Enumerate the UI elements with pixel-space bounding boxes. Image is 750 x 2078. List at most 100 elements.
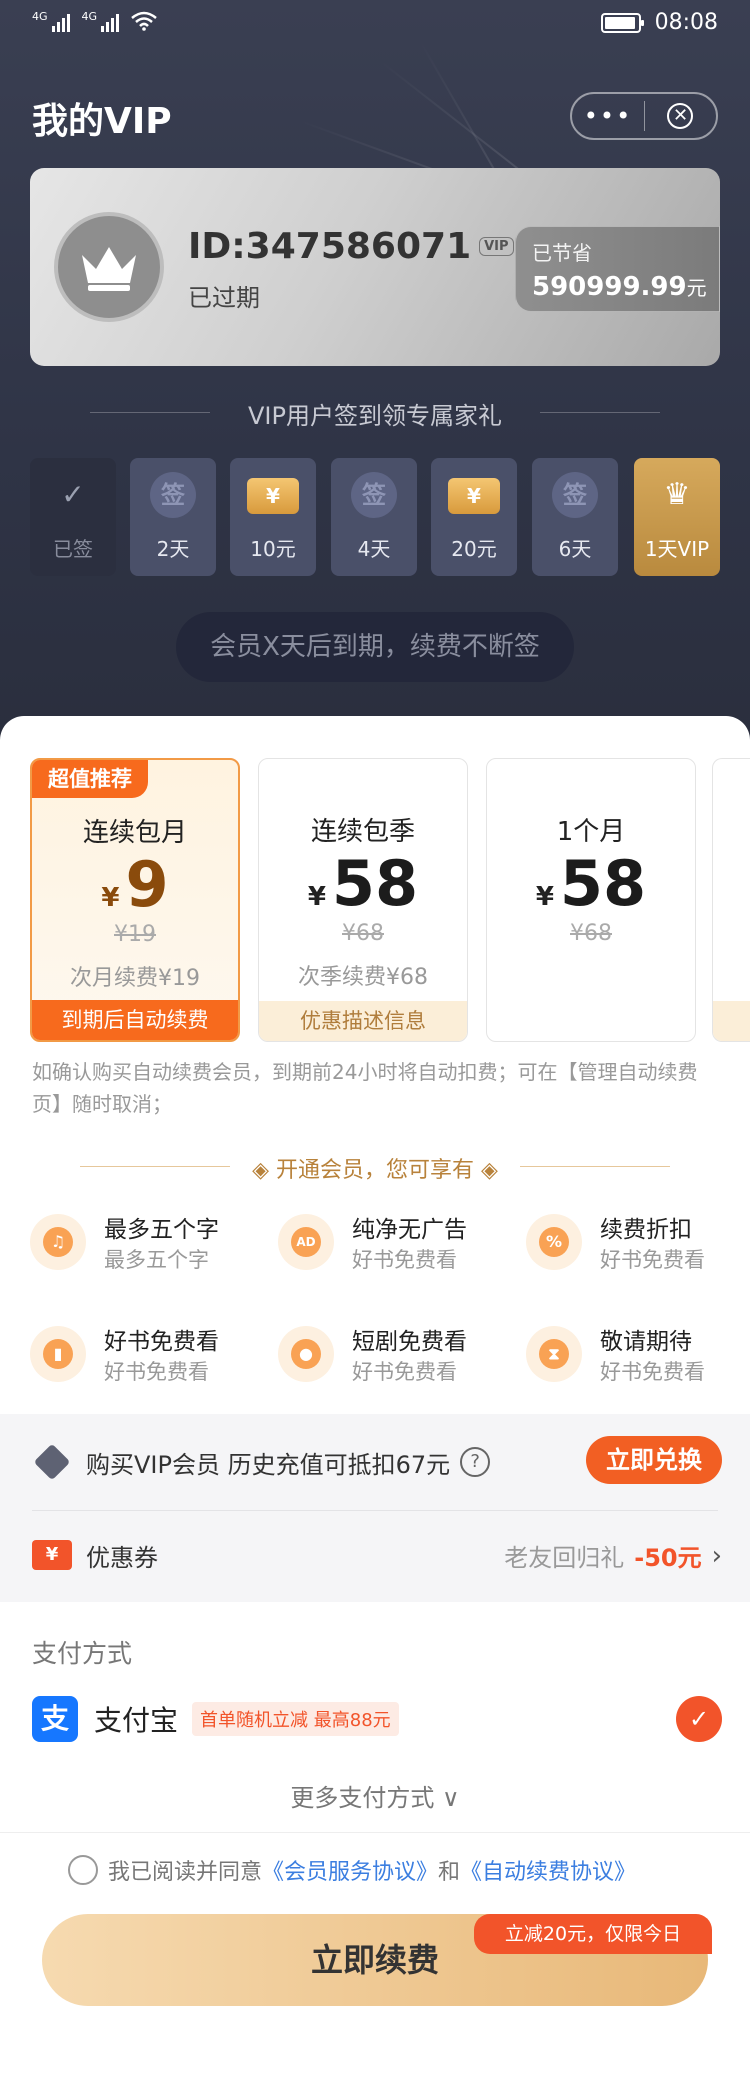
auto-renew-notice: 如确认购买自动续费会员，到期前24小时将自动扣费；可在【管理自动续费页】随时取消… <box>32 1060 698 1116</box>
plan-renew-price: 次季续费¥68 <box>298 965 428 990</box>
payment-option-alipay[interactable]: 支 支付宝 首单随机立减 最高88元 ✓ <box>32 1692 722 1746</box>
plan-original-price: ¥19 <box>114 922 156 947</box>
divider <box>0 1832 750 1833</box>
status-bar: 4G 4G 08:08 <box>0 0 750 50</box>
mini-program-capsule: ••• ✕ <box>570 92 718 140</box>
vip-badge: VIP <box>479 237 514 256</box>
saved-label: 已节省 <box>532 241 592 265</box>
checkin-day-label: 1天VIP <box>644 537 710 561</box>
battery-icon <box>600 12 644 33</box>
benefit-item: ● 短剧免费看 好书免费看 <box>278 1318 518 1388</box>
plan-footer-stub <box>713 1001 750 1041</box>
plan-original-price: ¥68 <box>570 921 612 946</box>
plan-original-price: ¥68 <box>342 921 384 946</box>
plan-price: ¥9 <box>101 848 169 921</box>
benefit-item: ♫ 最多五个字 最多五个字 <box>30 1206 270 1276</box>
plan-card-monthly-auto[interactable]: 超值推荐 连续包月 ¥9 ¥19 次月续费¥19 到期后自动续费 <box>30 758 240 1042</box>
saved-amount: 590999.99元 <box>532 272 707 302</box>
benefit-title: 好书免费看 <box>104 1329 219 1355</box>
help-icon[interactable]: ? <box>460 1447 491 1477</box>
book-icon: ▮ <box>30 1326 86 1382</box>
service-agreement-link[interactable]: 《会员服务协议》 <box>262 1854 438 1886</box>
coupon-label: 优惠券 <box>86 1543 158 1572</box>
checkin-day[interactable]: ¥ 10元 <box>230 458 316 576</box>
coupon-row[interactable]: ¥ 优惠券 老友回归礼 -50元 › <box>32 1530 722 1580</box>
plan-list: 超值推荐 连续包月 ¥9 ¥19 次月续费¥19 到期后自动续费 连续包季 ¥5… <box>30 758 750 1042</box>
member-status: 已过期 <box>188 284 260 312</box>
signal-icon: 4G <box>32 10 70 32</box>
signal-icon: 4G <box>82 10 120 32</box>
more-payment-methods[interactable]: 更多支付方式 ∨ <box>0 1778 750 1813</box>
ticket-icon: ¥ <box>247 478 299 514</box>
film-icon: ● <box>278 1326 334 1382</box>
saved-amount-panel: 已节省 590999.99元 <box>515 226 720 312</box>
plan-name: 1个月 <box>556 817 626 847</box>
benefit-subtitle: 好书免费看 <box>352 1360 457 1384</box>
sign-icon: 签 <box>351 472 397 518</box>
plan-card-one-month[interactable]: 1个月 ¥58 ¥68 <box>486 758 696 1042</box>
checkin-day-label: 6天 <box>558 537 592 561</box>
agree-checkbox[interactable] <box>68 1855 98 1885</box>
exchange-row: 购买VIP会员 历史充值可抵扣67元 ? 立即兑换 <box>32 1436 722 1488</box>
more-dots-icon[interactable]: ••• <box>572 94 644 138</box>
checkin-day[interactable]: ✓ 已签 <box>30 458 116 576</box>
plan-name: 连续包月 <box>82 818 187 848</box>
discount-tag: 立减20元，仅限今日 <box>474 1914 712 1954</box>
ticket-icon: ¥ <box>448 478 500 514</box>
coupon-icon: ¥ <box>32 1540 72 1570</box>
checkin-day[interactable]: 签 2天 <box>130 458 216 576</box>
purchase-sheet: 超值推荐 连续包月 ¥9 ¥19 次月续费¥19 到期后自动续费 连续包季 ¥5… <box>0 716 750 2078</box>
checkin-day-label: 2天 <box>156 537 190 561</box>
plan-card-more[interactable] <box>712 758 750 1042</box>
exchange-button[interactable]: 立即兑换 <box>586 1436 722 1484</box>
benefit-grid: ♫ 最多五个字 最多五个字 AD 纯净无广告 好书免费看 % 续费折扣 好书免费… <box>30 1206 730 1406</box>
divider <box>32 1510 718 1511</box>
close-circle-icon: ✕ <box>667 103 694 129</box>
member-card: ID:347586071 VIP 已过期 已节省 590999.99元 <box>30 168 720 366</box>
plan-price: ¥58 <box>535 847 647 920</box>
checkin-day[interactable]: ¥ 20元 <box>431 458 517 576</box>
benefit-subtitle: 好书免费看 <box>104 1360 209 1384</box>
checkin-day-label: 4天 <box>357 537 391 561</box>
exchange-text: 购买VIP会员 历史充值可抵扣67元 <box>86 1450 451 1479</box>
no-ad-icon: AD <box>278 1214 334 1270</box>
selected-check-icon: ✓ <box>676 1696 722 1742</box>
crown-icon: ♛ <box>663 477 691 512</box>
plan-name: 连续包季 <box>310 817 415 847</box>
benefit-item: AD 纯净无广告 好书免费看 <box>278 1206 518 1276</box>
plan-footer: 优惠描述信息 <box>259 1001 467 1041</box>
checkin-day[interactable]: 签 6天 <box>532 458 618 576</box>
header-background: 4G 4G 08:08 我的VIP ••• ✕ ID:347586071 VIP… <box>0 0 750 760</box>
checkin-day-label: 已签 <box>53 537 93 561</box>
headphone-icon: ♫ <box>30 1214 86 1270</box>
benefit-item: ▮ 好书免费看 好书免费看 <box>30 1318 270 1388</box>
renew-reminder: 会员X天后到期，续费不断签 <box>176 612 574 682</box>
wifi-icon <box>131 11 157 31</box>
benefit-item: % 续费折扣 好书免费看 <box>526 1206 750 1276</box>
check-icon: ✓ <box>61 478 85 511</box>
benefit-item: ⧗ 敬请期待 好书免费看 <box>526 1318 750 1388</box>
benefit-title: 最多五个字 <box>104 1217 219 1243</box>
payment-method-name: 支付宝 <box>94 1704 179 1737</box>
coupon-desc: 老友回归礼 <box>504 1544 625 1572</box>
payment-title: 支付方式 <box>32 1639 133 1668</box>
auto-renew-agreement-link[interactable]: 《自动续费协议》 <box>460 1854 636 1886</box>
page-title: 我的VIP <box>32 101 172 142</box>
benefit-title: 短剧免费看 <box>352 1329 467 1355</box>
checkin-day[interactable]: ♛ 1天VIP <box>634 458 720 576</box>
plan-renew-price: 次月续费¥19 <box>70 966 200 991</box>
crown-icon <box>82 247 136 291</box>
close-button[interactable]: ✕ <box>645 103 716 129</box>
clock: 08:08 <box>654 10 718 35</box>
checkin-day[interactable]: 签 4天 <box>331 458 417 576</box>
benefit-title: 续费折扣 <box>600 1217 692 1243</box>
checkin-day-label: 10元 <box>250 537 296 561</box>
coupon-amount: -50元 <box>634 1544 702 1572</box>
plan-price: ¥58 <box>307 847 419 920</box>
avatar <box>54 212 164 322</box>
chevron-right-icon: › <box>711 1540 722 1571</box>
benefit-title: 纯净无广告 <box>352 1217 467 1243</box>
agreement-and: 和 <box>438 1860 461 1885</box>
checkin-days: ✓ 已签 签 2天 ¥ 10元 签 4天 ¥ 20元 签 6天 ♛ 1天VIP <box>30 458 720 576</box>
plan-card-quarterly-auto[interactable]: 连续包季 ¥58 ¥68 次季续费¥68 优惠描述信息 <box>258 758 468 1042</box>
